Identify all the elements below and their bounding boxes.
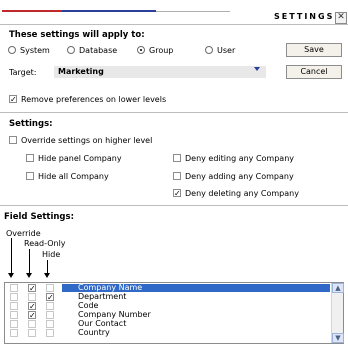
field-name: Our Contact: [78, 319, 127, 328]
override-higher-checkbox[interactable]: [9, 136, 17, 144]
override-arrow: [11, 238, 12, 274]
override-cb[interactable]: [10, 320, 18, 328]
radio-user[interactable]: User: [205, 45, 255, 55]
readonly-arrowhead: [26, 273, 32, 278]
hide-cb[interactable]: [46, 302, 54, 310]
hide-cb[interactable]: [46, 329, 54, 337]
hide-panel-label: Hide panel Company: [38, 154, 122, 163]
cancel-button[interactable]: Cancel: [286, 65, 342, 79]
hide-arrow: [47, 260, 48, 274]
hide-all-label: Hide all Company: [38, 172, 109, 181]
field-name: Department: [78, 292, 127, 301]
readonly-cb[interactable]: [28, 329, 36, 337]
radio-group[interactable]: Group: [137, 45, 187, 55]
radio-user-circle[interactable]: [205, 46, 213, 54]
override-cb[interactable]: [10, 284, 18, 292]
radio-system[interactable]: System: [8, 45, 68, 55]
deny-adding-checkbox[interactable]: [173, 172, 181, 180]
close-button[interactable]: ✕: [335, 12, 347, 24]
field-rows: ✓ Company Name ✓ Department ✓ Code ✓ Com…: [6, 284, 330, 342]
hide-arrowhead: [44, 273, 50, 278]
override-higher-label: Override settings on higher level: [21, 136, 153, 145]
field-name-highlight: Company Name: [62, 284, 330, 292]
radio-group-label: Group: [149, 46, 174, 55]
col-hide-label: Hide: [42, 250, 61, 259]
settings-heading: Settings:: [9, 119, 53, 129]
field-name: Company Number: [78, 310, 151, 319]
scroll-down-icon[interactable]: ▼: [332, 333, 344, 343]
header-separator: [0, 24, 348, 25]
override-cb[interactable]: [10, 293, 18, 301]
table-row[interactable]: ✓ Department: [6, 292, 330, 302]
table-row[interactable]: Our Contact: [6, 320, 330, 328]
col-readonly-label: Read-Only: [24, 239, 66, 248]
scope-heading: These settings will apply to:: [9, 30, 145, 40]
hide-all-checkbox[interactable]: [26, 172, 34, 180]
readonly-cb[interactable]: ✓: [28, 284, 36, 293]
deny-deleting-checkbox[interactable]: ✓: [173, 189, 181, 198]
deny-editing-checkbox[interactable]: [173, 154, 181, 162]
save-button[interactable]: Save: [286, 43, 342, 57]
vertical-scrollbar[interactable]: ▲ ▼: [331, 283, 344, 343]
field-list[interactable]: ✓ Company Name ✓ Department ✓ Code ✓ Com…: [4, 282, 344, 344]
scroll-up-icon[interactable]: ▲: [332, 283, 344, 293]
readonly-cb[interactable]: [28, 320, 36, 328]
radio-system-label: System: [20, 46, 50, 55]
readonly-cb[interactable]: [28, 293, 36, 301]
hide-cb[interactable]: [46, 284, 54, 292]
override-cb[interactable]: [10, 302, 18, 310]
radio-system-circle[interactable]: [8, 46, 16, 54]
table-row[interactable]: Country: [6, 329, 330, 337]
remove-prefs-checkbox[interactable]: ✓: [9, 95, 17, 104]
override-arrowhead: [8, 273, 14, 278]
table-row[interactable]: ✓ Company Name: [6, 284, 330, 293]
header-accent-gray: [156, 11, 230, 12]
field-name: Code: [78, 301, 99, 310]
field-name: Country: [78, 328, 110, 337]
hide-cb[interactable]: ✓: [46, 293, 54, 302]
deny-deleting-label: Deny deleting any Company: [185, 189, 299, 198]
radio-database-label: Database: [79, 46, 118, 55]
remove-prefs-label: Remove preferences on lower levels: [21, 95, 167, 104]
target-value: Marketing: [58, 67, 104, 76]
override-cb[interactable]: [10, 311, 18, 319]
chevron-down-icon[interactable]: [254, 67, 260, 71]
hide-panel-checkbox[interactable]: [26, 154, 34, 162]
table-row[interactable]: ✓ Company Number: [6, 310, 330, 320]
deny-editing-label: Deny editing any Company: [185, 154, 295, 163]
hide-cb[interactable]: [46, 311, 54, 319]
override-cb[interactable]: [10, 329, 18, 337]
settings-separator: [0, 205, 348, 206]
radio-group-circle[interactable]: [137, 46, 145, 54]
deny-adding-label: Deny adding any Company: [185, 172, 294, 181]
radio-user-label: User: [217, 46, 236, 55]
scope-separator: [0, 112, 348, 113]
panel-title: SETTINGS: [274, 12, 335, 21]
readonly-arrow: [29, 249, 30, 274]
radio-database-circle[interactable]: [67, 46, 75, 54]
hide-cb[interactable]: [46, 320, 54, 328]
readonly-cb[interactable]: ✓: [28, 302, 36, 311]
header-accent-blue: [62, 10, 156, 12]
target-label: Target:: [9, 68, 37, 77]
radio-database[interactable]: Database: [67, 45, 127, 55]
readonly-cb[interactable]: ✓: [28, 311, 36, 320]
target-select[interactable]: Marketing: [54, 66, 266, 78]
field-name: Company Name: [78, 283, 143, 292]
col-override-label: Override: [6, 229, 41, 238]
header-accent-red: [2, 10, 62, 12]
table-row[interactable]: ✓ Code: [6, 301, 330, 311]
field-settings-heading: Field Settings:: [4, 212, 74, 222]
